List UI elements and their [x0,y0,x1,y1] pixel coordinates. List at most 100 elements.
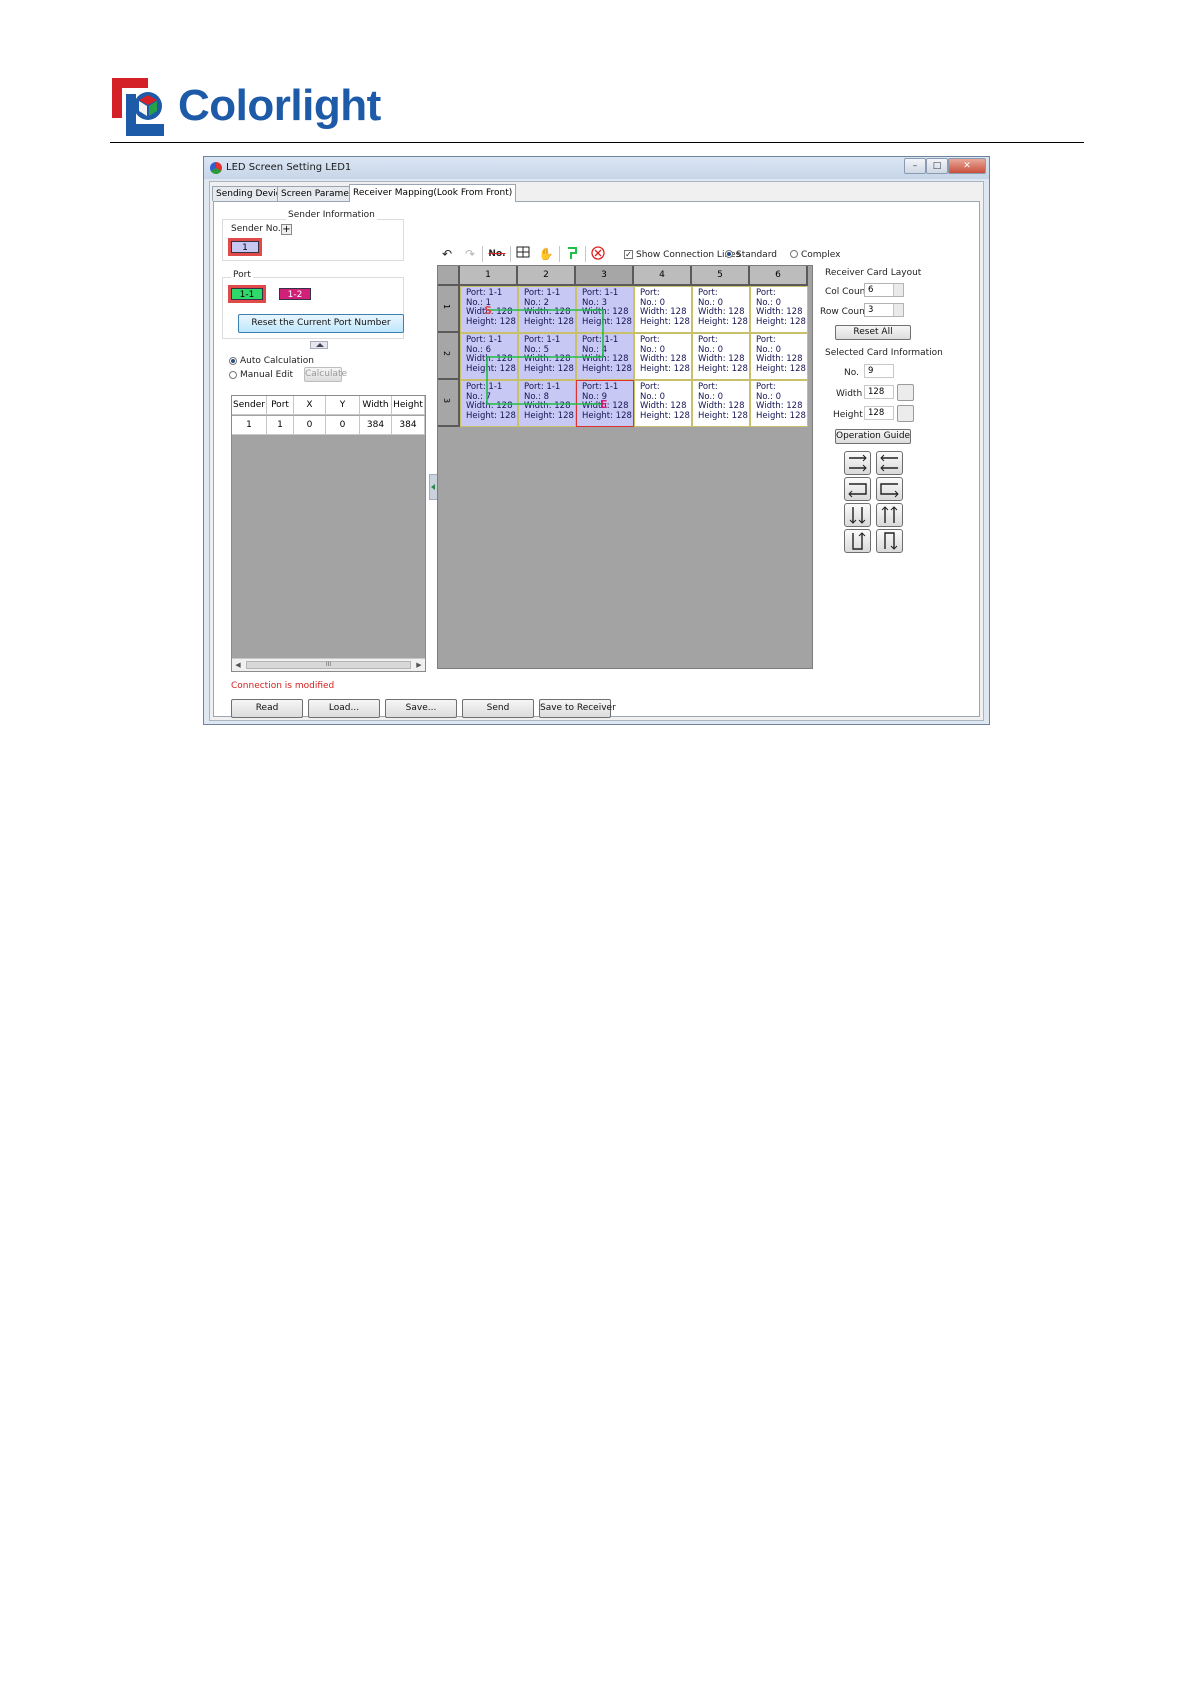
col-header-x[interactable]: X [294,396,326,415]
receiver-card-cell[interactable]: Port: 1-1 No.: 2 Width: 128 Height: 128 [518,286,576,333]
complex-mode-radio[interactable] [790,250,798,258]
connection-route-icon[interactable] [563,246,581,262]
scroll-thumb[interactable]: III [246,661,411,669]
receiver-mapping-grid[interactable]: 1 2 3 4 5 6 1 2 3 Port: 1-1 No.: 1 Width: 128 Height… [437,265,813,669]
toolbar-separator [585,246,586,262]
app-icon [210,162,222,174]
collapse-up-icon[interactable] [310,341,328,349]
receiver-card-cell[interactable]: Port: No.: 0 Width: 128 Height: 128 [634,286,692,333]
col-header-port[interactable]: Port [267,396,294,415]
route-rows-left-to-right-icon[interactable] [844,451,871,475]
card-no-field[interactable]: 9 [864,364,894,378]
col-header-width[interactable]: Width [360,396,392,415]
receiver-card-cell[interactable]: Port: 1-1 No.: 7 Width: 128 Height: 128 [460,380,518,427]
port-chip-1-1[interactable]: 1-1 [228,285,266,303]
route-snake-right-start-icon[interactable] [876,477,903,501]
receiver-card-layout-title: Receiver Card Layout [825,268,922,278]
receiver-card-cell[interactable]: Port: 1-1 No.: 5 Width: 128 Height: 128 [518,333,576,380]
column-header[interactable]: 4 [634,266,692,286]
save-button[interactable]: Save... [385,699,457,718]
col-header-y[interactable]: Y [326,396,360,415]
auto-calculation-radio[interactable] [229,357,237,365]
calculate-button[interactable]: Calculate [304,367,347,382]
route-snake-left-start-icon[interactable] [844,477,871,501]
reset-port-number-button[interactable]: Reset the Current Port Number [238,314,404,333]
receiver-card-cell[interactable]: Port: No.: 0 Width: 128 Height: 128 [692,286,750,333]
table-horizontal-scrollbar[interactable]: ◀ III ▶ [232,658,425,671]
column-header[interactable]: 5 [692,266,750,286]
clear-icon[interactable] [589,246,607,262]
card-height-field[interactable]: 128 [864,406,894,420]
receiver-card-cell[interactable]: Port: 1-1 No.: 9 Width: 128 Height: 128 [576,380,634,427]
receiver-card-cell[interactable]: Port: No.: 0 Width: 128 Height: 128 [750,380,808,427]
receiver-card-cell[interactable]: Port: No.: 0 Width: 128 Height: 128 [750,333,808,380]
add-sender-button[interactable]: + [281,224,292,235]
receiver-card-cell[interactable]: Port: 1-1 No.: 4 Width: 128 Height: 128 [576,333,634,380]
receiver-card-cell[interactable]: Port: No.: 0 Width: 128 Height: 128 [750,286,808,333]
receiver-card-cell[interactable]: Port: No.: 0 Width: 128 Height: 128 [634,333,692,380]
sender-no-label: Sender No. [231,224,281,234]
column-header[interactable]: 3 [576,266,634,286]
table-row[interactable]: 1 1 0 0 384 384 [232,416,425,435]
show-connection-lines-checkbox[interactable]: ✓ [624,250,633,259]
manual-edit-radio[interactable] [229,371,237,379]
undo-icon[interactable]: ↶ [438,246,456,262]
grid-icon[interactable] [514,246,532,262]
scroll-left-icon[interactable]: ◀ [232,659,244,671]
no-toggle-icon[interactable]: No. [486,246,508,262]
card-width-field[interactable]: 128 [864,385,894,399]
tab-receiver-mapping[interactable]: Receiver Mapping(Look From Front) [349,184,517,202]
minimize-button[interactable]: – [904,158,926,174]
cell-height: Height: 128 [466,316,516,327]
receiver-card-cell[interactable]: Port: No.: 0 Width: 128 Height: 128 [634,380,692,427]
col-count-stepper[interactable]: 6 [864,283,904,297]
cell-height: Height: 128 [466,410,516,421]
redo-icon[interactable]: ↷ [461,246,479,262]
row-header[interactable]: 3 [438,380,460,427]
send-button[interactable]: Send [462,699,534,718]
column-header[interactable]: 6 [750,266,808,286]
scroll-right-icon[interactable]: ▶ [413,659,425,671]
toolbar-separator [482,246,483,262]
hand-icon[interactable]: ✋ [537,246,555,262]
route-columns-down-icon[interactable] [844,503,871,527]
manual-edit-label: Manual Edit [240,370,293,380]
height-apply-icon[interactable] [897,405,914,422]
route-rows-right-to-left-icon[interactable] [876,451,903,475]
route-snake-up-icon[interactable] [876,529,903,553]
port-chip-1-2[interactable]: 1-2 [276,285,314,303]
cell-height: Height: 128 [756,316,806,327]
colorlight-logo-icon [112,78,164,136]
receiver-card-cell[interactable]: Port: No.: 0 Width: 128 Height: 128 [692,380,750,427]
reset-all-button[interactable]: Reset All [835,325,911,340]
receiver-card-cell[interactable]: Port: 1-1 No.: 3 Width: 128 Height: 128 [576,286,634,333]
col-header-height[interactable]: Height [392,396,425,415]
card-no-label: No. [844,368,859,378]
close-button[interactable]: ✕ [948,158,986,174]
route-columns-up-icon[interactable] [876,503,903,527]
row-header[interactable]: 2 [438,333,460,380]
save-to-receiver-button[interactable]: Save to Receiver [539,699,616,718]
cell-height: Height: 128 [756,410,806,421]
maximize-button[interactable]: □ [926,158,948,174]
row-header[interactable]: 1 [438,286,460,333]
receiver-card-cell[interactable]: Port: No.: 0 Width: 128 Height: 128 [692,333,750,380]
receiver-card-cell[interactable]: Port: 1-1 No.: 6 Width: 128 Height: 128 [460,333,518,380]
column-header[interactable]: 1 [460,266,518,286]
row-count-stepper[interactable]: 3 [864,303,904,317]
title-bar[interactable]: LED Screen Setting LED1 – □ ✕ [204,157,989,179]
width-apply-icon[interactable] [897,384,914,401]
load-button[interactable]: Load... [308,699,380,718]
standard-mode-radio[interactable] [725,250,733,258]
read-button[interactable]: Read [231,699,303,718]
col-header-sender[interactable]: Sender [232,396,267,415]
cell-height: 384 [392,416,425,435]
operation-guide-button[interactable]: Operation Guide [835,429,911,444]
cell-height: Height: 128 [524,363,574,374]
receiver-card-cell[interactable]: Port: 1-1 No.: 8 Width: 128 Height: 128 [518,380,576,427]
column-header[interactable]: 2 [518,266,576,286]
sender-chip[interactable]: 1 [228,238,262,256]
route-snake-down-icon[interactable] [844,529,871,553]
receiver-card-cell[interactable]: Port: 1-1 No.: 1 Width: 128 Height: 128 [460,286,518,333]
port-chip-1-2-label: 1-2 [279,288,311,300]
